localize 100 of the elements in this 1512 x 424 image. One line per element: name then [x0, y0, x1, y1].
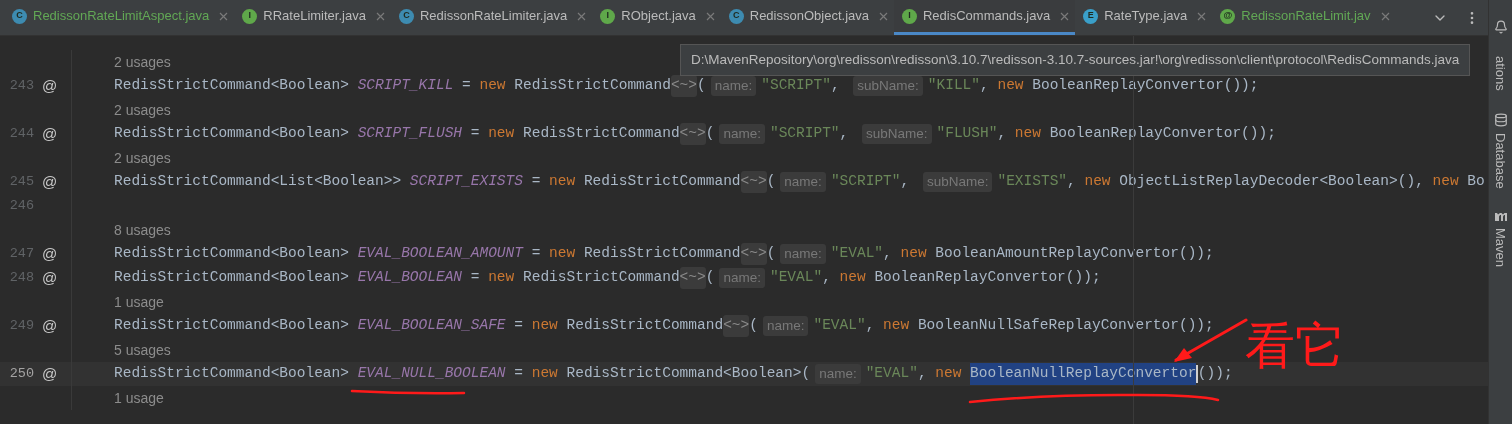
gutter-marker[interactable]: @	[42, 266, 58, 290]
code-text: ObjectListReplayDecoder<Boolean>(),	[1118, 172, 1425, 192]
code-text: RedisStrictCommand<Boolean>	[114, 316, 350, 336]
code-text: ());	[1197, 364, 1233, 384]
code-keyword: new	[549, 172, 576, 192]
usages-hint[interactable]: 1 usage	[114, 387, 164, 409]
usages-hint[interactable]: 8 usages	[114, 219, 171, 241]
parameter-hint: name:	[710, 76, 757, 96]
code-text: ,	[980, 76, 990, 96]
code-keyword: new	[900, 244, 927, 264]
string-literal: "SCRIPT"	[769, 124, 840, 144]
line-number: 248	[8, 268, 34, 287]
code-text: BooleanReplayConvertor());	[873, 268, 1101, 288]
line-number: 246	[8, 196, 34, 215]
code-text: RedisStrictCommand<Boolean>(	[565, 364, 811, 384]
file-type-icon: E	[1083, 8, 1099, 24]
code-text: BooleanAmountReplayConvertor());	[934, 244, 1214, 264]
tab-label: RedissonRateLimiter.java	[419, 7, 568, 26]
string-literal: "EXISTS"	[997, 172, 1068, 192]
tab-label: RedissonRateLimitAspect.java	[33, 7, 210, 26]
field-name: SCRIPT_FLUSH	[357, 124, 463, 144]
tab-label: RateType.java	[1104, 7, 1188, 26]
folded-type[interactable]: <~>	[670, 75, 697, 97]
string-literal: "SCRIPT"	[830, 172, 901, 192]
field-name: EVAL_NULL_BOOLEAN	[357, 364, 506, 384]
file-path-tooltip: D:\MavenRepository\org\redisson\redisson\3.10.7\redisson-3.10.7-sources.jar!\org\redisson\client\protocol\RedisCommands.java	[680, 44, 1471, 76]
line-number: 245	[8, 172, 34, 191]
parameter-hint: name:	[815, 364, 861, 384]
code-text: (	[749, 316, 758, 336]
code-text: ,	[917, 364, 928, 384]
code-text: =	[513, 364, 524, 384]
tool-window-button[interactable]: ations	[1490, 56, 1511, 91]
editor-tab[interactable]: C RedissonObject.java	[720, 0, 894, 35]
annotation-text: 看它	[1245, 318, 1345, 374]
parameter-hint: name:	[762, 316, 809, 336]
usages-hint[interactable]: 1 usage	[114, 291, 164, 313]
code-text: RedisStrictCommand<List<Boolean>>	[114, 172, 403, 192]
parameter-hint: name:	[719, 268, 765, 288]
code-text: BooleanNullSafeReplayConvertor());	[916, 316, 1214, 336]
gutter-marker[interactable]: @	[42, 122, 58, 146]
usages-hint[interactable]: 2 usages	[114, 99, 171, 121]
code-text: ,	[1067, 172, 1077, 192]
folded-type[interactable]: <~>	[679, 123, 706, 145]
folded-type[interactable]: <~>	[723, 315, 750, 337]
code-text: RedisStrictCommand	[582, 244, 741, 264]
code-text: =	[530, 172, 542, 192]
field-name: EVAL_BOOLEAN_AMOUNT	[357, 244, 523, 264]
code-text: RedisStrictCommand<Boolean>	[114, 244, 350, 264]
string-literal: "FLUSH"	[936, 124, 998, 144]
usages-hint[interactable]: 2 usages	[114, 51, 171, 73]
gutter-marker[interactable]: @	[42, 362, 58, 386]
folded-type[interactable]: <~>	[740, 171, 767, 193]
file-type-icon: I	[242, 8, 258, 24]
usages-hint[interactable]: 5 usages	[114, 339, 171, 361]
code-keyword: new	[1014, 124, 1041, 144]
selected-text: BooleanNullReplayConvertor	[970, 363, 1197, 385]
code-text: RedisStrictCommand<Boolean>	[114, 76, 350, 96]
file-type-icon: @	[1220, 8, 1236, 24]
field-name: EVAL_BOOLEAN_SAFE	[357, 316, 506, 336]
parameter-hint: subName:	[862, 124, 932, 144]
code-text: ,	[830, 76, 841, 96]
code-text: (	[697, 76, 706, 96]
parameter-hint: name:	[719, 124, 765, 144]
code-text: =	[469, 268, 481, 288]
code-text: BooleanReplayConvertor());	[1048, 124, 1276, 144]
code-text: (	[766, 244, 776, 264]
editor-tab[interactable]: C RedissonRateLimiter.java	[390, 0, 593, 35]
folded-type[interactable]: <~>	[740, 243, 767, 265]
code-text: RedisStrictCommand	[582, 172, 741, 192]
tool-window-button[interactable]: Database	[1490, 112, 1511, 189]
line-number: 249	[8, 316, 34, 335]
usages-hint[interactable]: 2 usages	[114, 147, 171, 169]
code-keyword: new	[549, 244, 576, 264]
folded-type[interactable]: <~>	[679, 267, 706, 289]
code-text: ,	[822, 268, 832, 288]
code-text: (	[766, 172, 776, 192]
gutter-marker[interactable]: @	[42, 74, 58, 98]
code-keyword: new	[1432, 172, 1459, 192]
editor-tab[interactable]: @ RedissonRateLimit.jav	[1212, 0, 1396, 35]
tool-window-button[interactable]: Maven	[1490, 210, 1511, 268]
editor-tab[interactable]: I RRateLimiter.java	[234, 0, 391, 35]
code-text: RedisStrictCommand<Boolean>	[114, 124, 350, 144]
editor-tab[interactable]: I RObject.java	[592, 0, 721, 35]
gutter-marker[interactable]: @	[42, 170, 58, 194]
tab-label: RObject.java	[621, 7, 696, 26]
code-text: (	[705, 124, 715, 144]
file-type-icon: I	[600, 8, 616, 24]
code-text: RedisStrictCommand<Boolean>	[114, 268, 350, 288]
field-name: EVAL_BOOLEAN	[357, 268, 463, 288]
code-text: (	[705, 268, 715, 288]
code-keyword: new	[479, 76, 506, 96]
code-keyword: new	[839, 268, 866, 288]
code-text: RedisStrictCommand	[565, 316, 724, 336]
gutter-marker[interactable]: @	[42, 314, 58, 338]
code-keyword: new	[488, 268, 515, 288]
editor-tab[interactable]: E RateType.java	[1075, 0, 1213, 35]
gutter-marker[interactable]: @	[42, 242, 58, 266]
editor-tab[interactable]: C RedissonRateLimitAspect.java	[4, 0, 235, 35]
tab-label: RedissonRateLimit.jav	[1241, 7, 1371, 26]
field-name: SCRIPT_KILL	[357, 76, 454, 96]
